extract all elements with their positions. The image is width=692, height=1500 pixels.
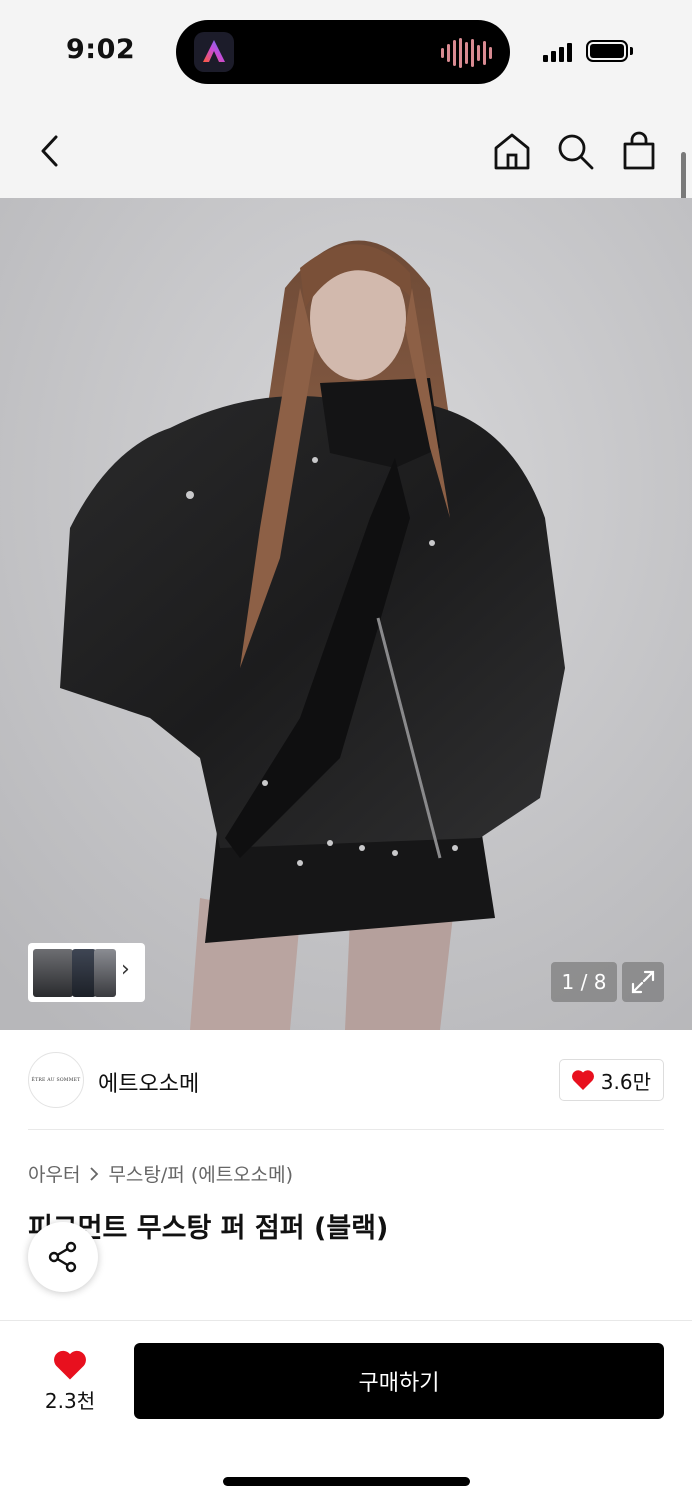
wishlist-button[interactable]: 2.3천 xyxy=(30,1349,110,1419)
nav-bar xyxy=(0,104,692,198)
status-time: 9:02 xyxy=(66,34,136,65)
home-indicator[interactable] xyxy=(223,1477,470,1486)
breadcrumb: 아우터 무스탕/퍼 (에트오소메) xyxy=(28,1160,293,1187)
thumbnail-arrow: › xyxy=(121,957,130,982)
search-icon xyxy=(558,134,594,170)
battery-cap xyxy=(630,47,633,55)
back-button[interactable] xyxy=(26,128,72,174)
brand-row[interactable]: ÊTRE AU SOMMET 에트오소메 3.6만 xyxy=(28,1052,664,1110)
brand-logo[interactable]: ÊTRE AU SOMMET xyxy=(28,1052,84,1108)
brand-name[interactable]: 에트오소메 xyxy=(98,1066,199,1098)
share-icon xyxy=(48,1241,77,1273)
home-button[interactable] xyxy=(489,128,535,174)
breadcrumb-item[interactable]: 무스탕/퍼 (에트오소메) xyxy=(108,1160,293,1187)
breadcrumb-item[interactable]: 아우터 xyxy=(28,1160,80,1187)
brand-like-count: 3.6만 xyxy=(600,1069,651,1094)
chevron-right-icon xyxy=(90,1166,99,1181)
battery-icon xyxy=(586,40,628,62)
divider xyxy=(28,1129,664,1130)
page-indicator: 1 / 8 xyxy=(551,962,617,1002)
product-photo xyxy=(0,198,692,1030)
heart-icon xyxy=(54,1350,86,1380)
bottom-bar: 2.3천 구매하기 xyxy=(0,1320,692,1500)
expand-button[interactable] xyxy=(622,962,664,1002)
thumbnail-image[interactable] xyxy=(94,949,116,997)
product-image[interactable]: › 1 / 8 xyxy=(0,198,692,1030)
shopping-bag-icon xyxy=(623,131,655,170)
share-button[interactable] xyxy=(28,1222,98,1292)
heart-icon xyxy=(571,1070,594,1090)
cart-button[interactable] xyxy=(616,128,662,174)
thumbnail-image[interactable] xyxy=(33,949,73,997)
audio-wave-icon xyxy=(441,38,492,68)
brand-like-button[interactable]: 3.6만 xyxy=(558,1059,664,1101)
status-bar: 9:02 xyxy=(0,0,692,104)
search-button[interactable] xyxy=(552,128,598,174)
wishlist-count: 2.3천 xyxy=(44,1389,96,1413)
app-icon xyxy=(194,32,234,72)
buy-button[interactable]: 구매하기 xyxy=(134,1343,664,1419)
product-info: ÊTRE AU SOMMET 에트오소메 3.6만 아우터 무스탕/퍼 (에트오… xyxy=(0,1030,692,1320)
chevron-left-icon xyxy=(41,135,58,167)
thumbnail-image[interactable] xyxy=(72,949,96,997)
expand-icon xyxy=(631,970,655,994)
home-icon xyxy=(494,133,530,170)
thumbnail-strip[interactable]: › xyxy=(28,943,145,1002)
dynamic-island xyxy=(176,20,510,84)
cellular-signal-icon xyxy=(543,42,572,62)
